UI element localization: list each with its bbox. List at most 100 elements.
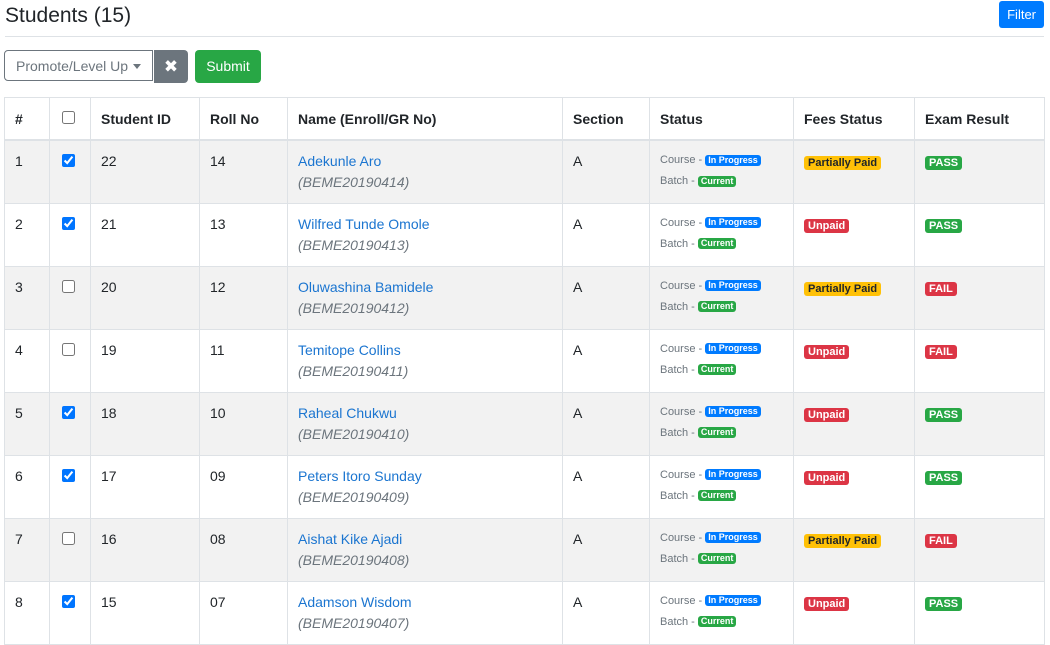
row-select-cell — [49, 580, 91, 645]
batch-label: Batch - — [660, 426, 695, 439]
student-name-link[interactable]: Raheal Chukwu — [298, 405, 552, 422]
fees-status-cell: Unpaid — [793, 391, 915, 456]
bulk-action-select-value: Promote/Level Up — [16, 58, 129, 74]
row-checkbox[interactable] — [62, 154, 75, 167]
course-status-line: Course - In Progress — [660, 279, 783, 293]
row-number: 2 — [4, 202, 50, 267]
enroll-number: (BEME20190409) — [298, 488, 410, 505]
select-all-checkbox[interactable] — [62, 110, 75, 124]
row-checkbox[interactable] — [62, 216, 75, 230]
batch-status-badge: Current — [697, 616, 737, 628]
status-cell: Course - In Progress Batch - Current — [649, 139, 794, 204]
exam-result-cell: FAIL — [914, 265, 1045, 330]
row-checkbox[interactable] — [62, 531, 75, 545]
batch-status-badge: Current — [697, 301, 737, 313]
student-name-link[interactable]: Temitope Collins — [298, 342, 552, 359]
section: A — [562, 454, 650, 519]
student-name-cell: Peters Itoro Sunday (BEME20190409) — [287, 454, 563, 519]
student-id: 16 — [90, 517, 200, 582]
batch-status-line: Batch - Current — [660, 426, 783, 440]
row-number: 8 — [4, 580, 50, 645]
row-number: 5 — [4, 391, 50, 456]
row-checkbox[interactable] — [62, 342, 75, 356]
batch-status-line: Batch - Current — [660, 237, 783, 251]
fees-status-cell: Unpaid — [793, 328, 915, 393]
fees-status-cell: Partially Paid — [793, 517, 915, 582]
submit-button[interactable]: Submit — [195, 50, 261, 83]
student-name-cell: Wilfred Tunde Omole (BEME20190413) — [287, 202, 563, 267]
column-header-roll-no: Roll No — [199, 97, 288, 141]
fees-status-cell: Unpaid — [793, 454, 915, 519]
status-cell: Course - In Progress Batch - Current — [649, 580, 794, 645]
course-status-badge: In Progress — [705, 343, 761, 355]
course-status-line: Course - In Progress — [660, 342, 783, 356]
student-name-link[interactable]: Peters Itoro Sunday — [298, 468, 552, 485]
table-row: 7 16 08 Aishat Kike Ajadi (BEME20190408) A Cou… — [4, 517, 1045, 582]
column-header-name: Name (Enroll/GR No) — [287, 97, 563, 141]
course-status-line: Course - In Progress — [660, 594, 783, 608]
filter-button[interactable]: Filter — [999, 1, 1044, 28]
table-row: 5 18 10 Raheal Chukwu (BEME20190410) A Course … — [4, 391, 1045, 456]
students-table: # Student ID Roll No Name (Enroll/GR No)… — [4, 97, 1045, 645]
student-name-link[interactable]: Wilfred Tunde Omole — [298, 216, 552, 233]
section: A — [562, 139, 650, 204]
clear-button[interactable]: ✖ — [154, 50, 188, 83]
fees-status-cell: Unpaid — [793, 580, 915, 645]
enroll-number: (BEME20190408) — [298, 551, 410, 568]
bulk-action-select[interactable]: Promote/Level Up — [4, 50, 153, 81]
student-name-cell: Raheal Chukwu (BEME20190410) — [287, 391, 563, 456]
batch-status-line: Batch - Current — [660, 552, 783, 566]
course-status-line: Course - In Progress — [660, 216, 783, 230]
batch-status-badge: Current — [697, 490, 737, 502]
course-label: Course - — [660, 154, 703, 166]
student-name-link[interactable]: Aishat Kike Ajadi — [298, 531, 552, 548]
student-name-cell: Aishat Kike Ajadi (BEME20190408) — [287, 517, 563, 582]
row-checkbox[interactable] — [62, 468, 75, 482]
course-status-badge: In Progress — [705, 595, 761, 607]
status-cell: Course - In Progress Batch - Current — [649, 328, 794, 393]
column-header-fees-status: Fees Status — [793, 97, 915, 141]
table-row: 2 21 13 Wilfred Tunde Omole (BEME20190413) A C… — [4, 202, 1045, 267]
section: A — [562, 517, 650, 582]
student-id: 21 — [90, 202, 200, 267]
exam-result-badge: FAIL — [925, 281, 957, 296]
table-row: 6 17 09 Peters Itoro Sunday (BEME20190409) A C… — [4, 454, 1045, 519]
course-status-badge: In Progress — [705, 469, 761, 481]
roll-number: 08 — [199, 517, 288, 582]
row-checkbox[interactable] — [62, 405, 75, 419]
course-status-badge: In Progress — [705, 154, 761, 166]
column-header-status: Status — [649, 97, 794, 141]
row-select-cell — [49, 202, 91, 267]
row-checkbox[interactable] — [62, 594, 75, 608]
enroll-number: (BEME20190413) — [298, 236, 410, 253]
exam-result-badge: PASS — [925, 218, 963, 233]
exam-result-cell: PASS — [914, 139, 1045, 204]
section: A — [562, 391, 650, 456]
batch-label: Batch - — [660, 175, 695, 187]
batch-label: Batch - — [660, 489, 695, 502]
table-row: 8 15 07 Adamson Wisdom (BEME20190407) A Course… — [4, 580, 1045, 645]
student-name-link[interactable]: Adamson Wisdom — [298, 594, 552, 611]
exam-result-cell: PASS — [914, 391, 1045, 456]
table-row: 4 19 11 Temitope Collins (BEME20190411) A Cour… — [4, 328, 1045, 393]
batch-label: Batch - — [660, 300, 695, 313]
course-status-badge: In Progress — [705, 406, 761, 418]
student-id: 18 — [90, 391, 200, 456]
fees-status-cell: Partially Paid — [793, 139, 915, 204]
section: A — [562, 265, 650, 330]
student-name-link[interactable]: Oluwashina Bamidele — [298, 279, 552, 296]
student-name-cell: Adekunle Aro (BEME20190414) — [287, 139, 563, 204]
course-label: Course - — [660, 405, 703, 418]
student-name-cell: Temitope Collins (BEME20190411) — [287, 328, 563, 393]
enroll-number: (BEME20190412) — [298, 299, 410, 316]
course-label: Course - — [660, 594, 703, 607]
batch-status-badge: Current — [697, 364, 737, 376]
row-checkbox[interactable] — [62, 279, 75, 293]
course-status-badge: In Progress — [705, 280, 761, 292]
exam-result-badge: FAIL — [925, 533, 957, 548]
column-header-exam-result: Exam Result — [914, 97, 1045, 141]
batch-status-line: Batch - Current — [660, 174, 783, 188]
student-name-link[interactable]: Adekunle Aro — [298, 153, 552, 170]
close-icon: ✖ — [163, 57, 179, 76]
batch-status-badge: Current — [697, 427, 737, 439]
